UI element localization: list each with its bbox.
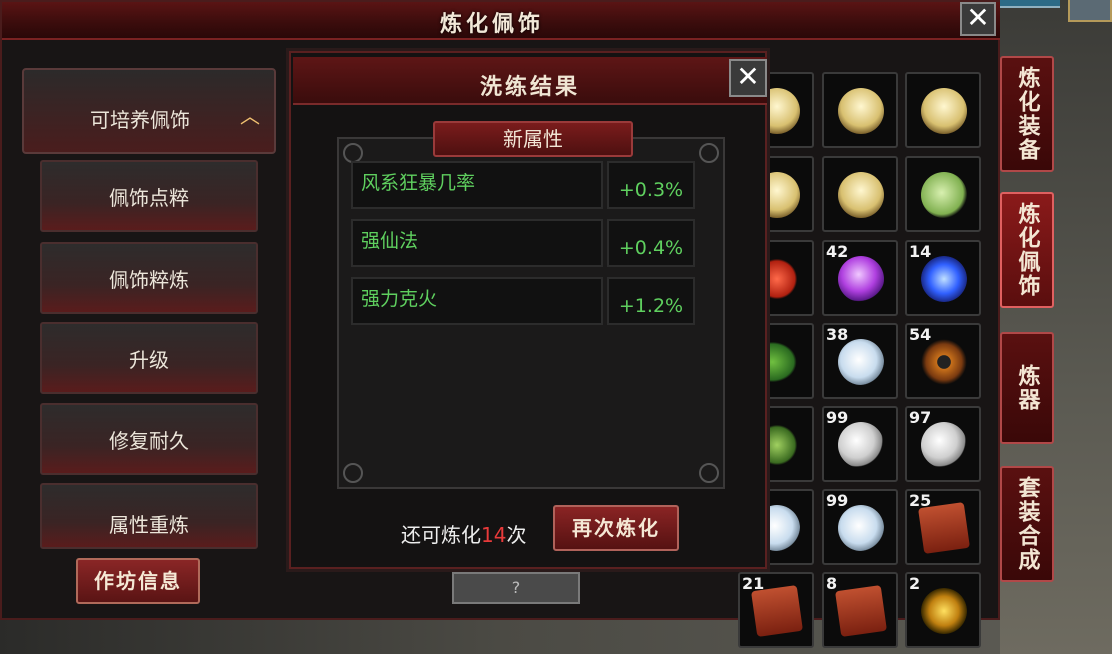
window-title: 炼化佩饰 (439, 12, 544, 37)
inventory-slot[interactable]: 97 (905, 406, 981, 482)
inventory-slot[interactable] (905, 156, 981, 232)
game-scene: 炼化佩饰 ✕ 可培养佩饰 ︿ 佩饰点粹 佩饰粹炼 升级 修复耐久 属性重炼 作坊… (0, 0, 1112, 654)
item-count: 42 (826, 242, 849, 261)
corner-ornament-icon (343, 463, 363, 483)
dialog-title: 洗练结果 (479, 75, 580, 100)
white-crystal-icon (838, 339, 884, 385)
close-icon[interactable]: ✕ (960, 2, 996, 36)
inventory-slot[interactable]: 38 (822, 323, 898, 399)
corner-ornament-icon (699, 463, 719, 483)
inventory-slot[interactable] (905, 72, 981, 148)
corner-ornament-icon (699, 143, 719, 163)
workshop-info-button[interactable]: 作坊信息 (76, 558, 200, 604)
item-count: 99 (826, 408, 849, 427)
inventory-slot[interactable]: 2 (905, 572, 981, 648)
jade-icon (921, 172, 967, 218)
inventory-grid: 42 14 38 54 99 97 99 25 21 8 2 (738, 72, 988, 648)
window-titlebar: 炼化佩饰 (2, 2, 1000, 40)
inventory-slot[interactable]: 8 (822, 572, 898, 648)
side-tab-set-synthesis[interactable]: 套装合成 (1000, 466, 1054, 582)
inventory-slot[interactable]: 54 (905, 323, 981, 399)
inventory-slot[interactable] (822, 156, 898, 232)
close-icon[interactable]: ✕ (729, 59, 767, 97)
remaining-number: 14 (481, 523, 507, 547)
nav-header-cultivable-accessory[interactable]: 可培养佩饰 ︿ (22, 68, 276, 154)
inventory-slot[interactable]: 21 (738, 572, 814, 648)
refine-again-button[interactable]: 再次炼化 (553, 505, 679, 551)
nav-item-attribute-reforge[interactable]: 属性重炼 (40, 483, 258, 549)
lantern-icon (838, 172, 884, 218)
chest-icon (835, 585, 887, 637)
top-right-status-bar (1000, 0, 1060, 8)
item-count: 14 (909, 242, 932, 261)
attribute-name: 强仙法 (351, 219, 603, 267)
remaining-refine-count: 还可炼化14次 (401, 519, 526, 548)
remaining-suffix: 次 (506, 523, 527, 547)
item-count: 25 (909, 491, 932, 510)
nav-item-repair-durability[interactable]: 修复耐久 (40, 403, 258, 475)
nav-item-upgrade[interactable]: 升级 (40, 322, 258, 394)
attribute-value: +1.2% (607, 277, 695, 325)
nav-item-accessory-refine[interactable]: 佩饰粹炼 (40, 242, 258, 314)
attribute-name: 风系狂暴几率 (351, 161, 603, 209)
help-tab[interactable]: ? (452, 572, 580, 604)
item-count: 2 (909, 574, 921, 593)
character-portrait[interactable] (1068, 0, 1112, 22)
lantern-icon (921, 88, 967, 134)
item-count: 8 (826, 574, 838, 593)
refine-result-dialog: 洗练结果 ✕ 新属性 风系狂暴几率 +0.3% 强仙法 +0.4% 强力克火 +… (286, 48, 770, 572)
inventory-slot[interactable] (822, 72, 898, 148)
attribute-value: +0.4% (607, 219, 695, 267)
corner-ornament-icon (343, 143, 363, 163)
side-tab-forge[interactable]: 炼器 (1000, 332, 1054, 444)
dialog-titlebar: 洗练结果 (293, 57, 767, 105)
new-attributes-header: 新属性 (433, 121, 633, 157)
silver-pearl-icon (838, 422, 884, 468)
remaining-prefix: 还可炼化 (401, 523, 481, 547)
inventory-slot[interactable]: 25 (905, 489, 981, 565)
item-count: 54 (909, 325, 932, 344)
lantern-icon (838, 88, 884, 134)
side-tab-refine-equipment[interactable]: 炼化装备 (1000, 56, 1054, 172)
blue-crystal-icon (921, 256, 967, 302)
nav-item-accessory-point[interactable]: 佩饰点粹 (40, 160, 258, 232)
chevron-up-icon: ︿ (240, 104, 260, 128)
inventory-slot[interactable]: 14 (905, 240, 981, 316)
nav-header-label: 可培养佩饰 (90, 108, 190, 132)
attribute-name: 强力克火 (351, 277, 603, 325)
inventory-slot[interactable]: 42 (822, 240, 898, 316)
inventory-slot[interactable]: 99 (822, 489, 898, 565)
inventory-slot[interactable]: 99 (822, 406, 898, 482)
item-count: 99 (826, 491, 849, 510)
item-count: 21 (742, 574, 765, 593)
gold-orb-icon (921, 588, 967, 634)
attribute-value: +0.3% (607, 161, 695, 209)
side-tab-refine-accessory[interactable]: 炼化佩饰 (1000, 192, 1054, 308)
white-crystal-icon (838, 505, 884, 551)
item-count: 97 (909, 408, 932, 427)
purple-orb-icon (838, 256, 884, 302)
item-count: 38 (826, 325, 849, 344)
bagua-icon (921, 339, 967, 385)
silver-pearl-icon (921, 422, 967, 468)
